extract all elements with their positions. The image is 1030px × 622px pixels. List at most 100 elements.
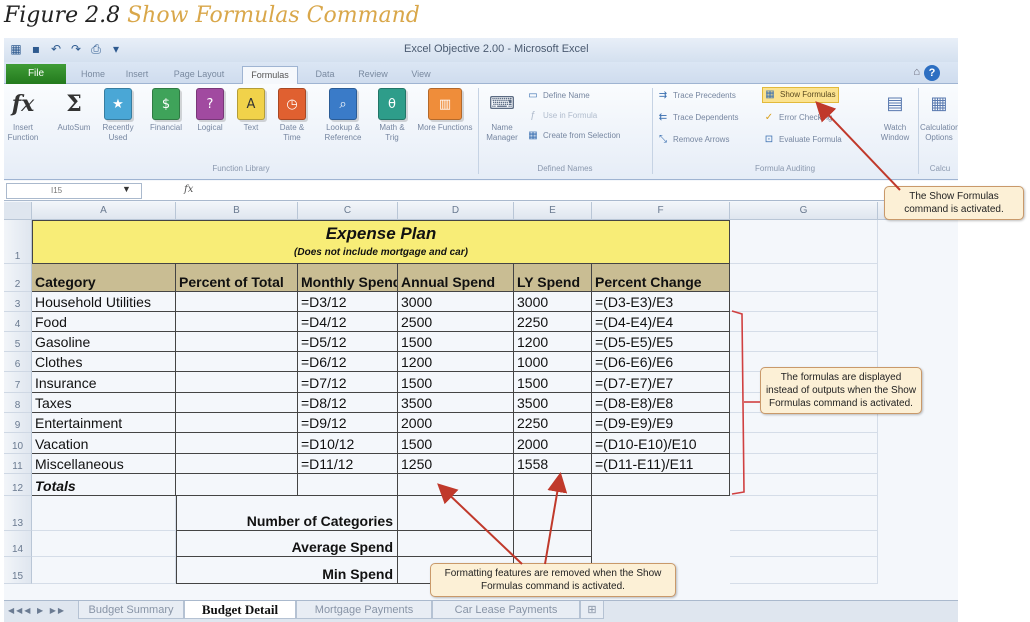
table-cell[interactable] <box>176 454 298 474</box>
summary-label[interactable]: Average Spend <box>176 531 398 557</box>
undo-icon[interactable]: ↶ <box>48 41 64 57</box>
customize-qat-icon[interactable]: ▾ <box>108 41 124 57</box>
column-header[interactable]: B <box>176 202 298 220</box>
table-cell[interactable]: =D3/12 <box>298 292 398 312</box>
select-all-corner[interactable] <box>4 202 32 220</box>
more-functions-button[interactable]: ▥ More Functions <box>416 88 474 154</box>
table-cell[interactable]: =(D7-E7)/E7 <box>592 372 730 393</box>
table-cell[interactable]: 3000 <box>514 292 592 312</box>
table-cell[interactable]: =(D5-E5)/E5 <box>592 332 730 352</box>
table-cell[interactable] <box>176 312 298 332</box>
table-cell[interactable] <box>398 496 514 531</box>
table-cell[interactable]: =D5/12 <box>298 332 398 352</box>
table-cell[interactable] <box>298 474 398 496</box>
logical-button[interactable]: ? Logical <box>192 88 228 154</box>
table-cell[interactable]: 1558 <box>514 454 592 474</box>
autosum-button[interactable]: Σ AutoSum <box>56 88 92 154</box>
table-cell[interactable] <box>176 413 298 433</box>
row-header[interactable]: 14 <box>4 531 32 557</box>
row-header[interactable]: 12 <box>4 474 32 496</box>
tab-review[interactable]: Review <box>352 66 394 84</box>
table-cell[interactable] <box>514 474 592 496</box>
trace-precedents-button[interactable]: ⇉ Trace Precedents <box>656 88 736 104</box>
insert-sheet-icon[interactable]: ⊞ <box>580 601 604 619</box>
calculation-options-button[interactable]: ▦ Calculation Options <box>920 88 958 154</box>
help-icon[interactable]: ? <box>924 65 940 81</box>
table-cell[interactable]: =D11/12 <box>298 454 398 474</box>
header-cell[interactable]: Percent of Total <box>176 264 298 292</box>
table-cell[interactable]: 3500 <box>514 393 592 413</box>
table-cell[interactable]: =(D6-E6)/E6 <box>592 352 730 372</box>
define-name-button[interactable]: ▭ Define Name <box>526 88 589 104</box>
insert-function-icon[interactable]: fx <box>184 184 193 195</box>
table-cell[interactable]: =D9/12 <box>298 413 398 433</box>
table-cell[interactable] <box>176 332 298 352</box>
table-cell[interactable]: =D7/12 <box>298 372 398 393</box>
math-trig-button[interactable]: θ Math & Trig <box>372 88 412 154</box>
table-cell[interactable] <box>730 531 878 557</box>
header-cell[interactable]: Percent Change <box>592 264 730 292</box>
table-cell[interactable]: =D4/12 <box>298 312 398 332</box>
show-formulas-button[interactable]: ▦ Show Formulas <box>762 87 839 103</box>
table-cell[interactable] <box>730 474 878 496</box>
table-cell[interactable] <box>730 312 878 332</box>
table-cell[interactable] <box>398 474 514 496</box>
table-cell[interactable]: 2000 <box>514 433 592 454</box>
table-cell[interactable]: Taxes <box>32 393 176 413</box>
table-cell[interactable] <box>730 413 878 433</box>
table-cell[interactable]: =(D3-E3)/E3 <box>592 292 730 312</box>
table-cell[interactable] <box>514 531 592 557</box>
tab-data[interactable]: Data <box>308 66 342 84</box>
row-header[interactable]: 2 <box>4 264 32 292</box>
table-cell[interactable]: Miscellaneous <box>32 454 176 474</box>
insert-function-button[interactable]: fx Insert Function <box>6 88 40 154</box>
table-cell[interactable] <box>32 557 176 584</box>
table-cell[interactable]: 1500 <box>398 433 514 454</box>
sheet-nav-arrows-icon[interactable]: ◀◀◀ ▶ ▶▶ <box>8 606 66 615</box>
table-cell[interactable] <box>730 454 878 474</box>
table-cell[interactable]: 2250 <box>514 312 592 332</box>
redo-icon[interactable]: ↷ <box>68 41 84 57</box>
table-cell[interactable]: =D10/12 <box>298 433 398 454</box>
financial-button[interactable]: $ Financial <box>146 88 186 154</box>
table-cell[interactable]: Household Utilities <box>32 292 176 312</box>
header-cell[interactable]: Monthly Spend <box>298 264 398 292</box>
table-cell[interactable]: 3000 <box>398 292 514 312</box>
table-cell[interactable]: =(D8-E8)/E8 <box>592 393 730 413</box>
error-checking-button[interactable]: ✓ Error Checking <box>762 110 833 126</box>
table-cell[interactable]: 1200 <box>514 332 592 352</box>
remove-arrows-button[interactable]: ⤡ Remove Arrows <box>656 132 729 148</box>
table-cell[interactable] <box>730 496 878 531</box>
row-header[interactable]: 8 <box>4 393 32 413</box>
minimize-ribbon-icon[interactable]: ⌂ <box>913 66 920 78</box>
table-cell[interactable] <box>730 220 878 264</box>
table-cell[interactable] <box>730 292 878 312</box>
table-cell[interactable] <box>32 531 176 557</box>
row-header[interactable]: 4 <box>4 312 32 332</box>
header-cell[interactable]: Annual Spend <box>398 264 514 292</box>
trace-dependents-button[interactable]: ⇇ Trace Dependents <box>656 110 739 126</box>
table-cell[interactable] <box>176 393 298 413</box>
column-header[interactable]: E <box>514 202 592 220</box>
table-cell[interactable] <box>730 264 878 292</box>
table-cell[interactable]: Gasoline <box>32 332 176 352</box>
table-cell[interactable]: 1200 <box>398 352 514 372</box>
table-cell[interactable]: Food <box>32 312 176 332</box>
table-cell[interactable]: =(D9-E9)/E9 <box>592 413 730 433</box>
row-header[interactable]: 7 <box>4 372 32 393</box>
table-cell[interactable] <box>176 474 298 496</box>
tab-home[interactable]: Home <box>74 66 112 84</box>
column-header[interactable]: A <box>32 202 176 220</box>
table-cell[interactable] <box>514 496 592 531</box>
name-box-dropdown-icon[interactable]: ▼ <box>122 184 131 194</box>
row-header[interactable]: 1 <box>4 220 32 264</box>
tab-insert[interactable]: Insert <box>118 66 156 84</box>
table-cell[interactable]: =D8/12 <box>298 393 398 413</box>
tab-file[interactable]: File <box>6 64 66 84</box>
row-header[interactable]: 9 <box>4 413 32 433</box>
row-header[interactable]: 15 <box>4 557 32 584</box>
summary-label[interactable]: Number of Categories <box>176 496 398 531</box>
table-cell[interactable]: 1250 <box>398 454 514 474</box>
table-cell[interactable]: Vacation <box>32 433 176 454</box>
create-from-selection-button[interactable]: ▦ Create from Selection <box>526 128 620 144</box>
